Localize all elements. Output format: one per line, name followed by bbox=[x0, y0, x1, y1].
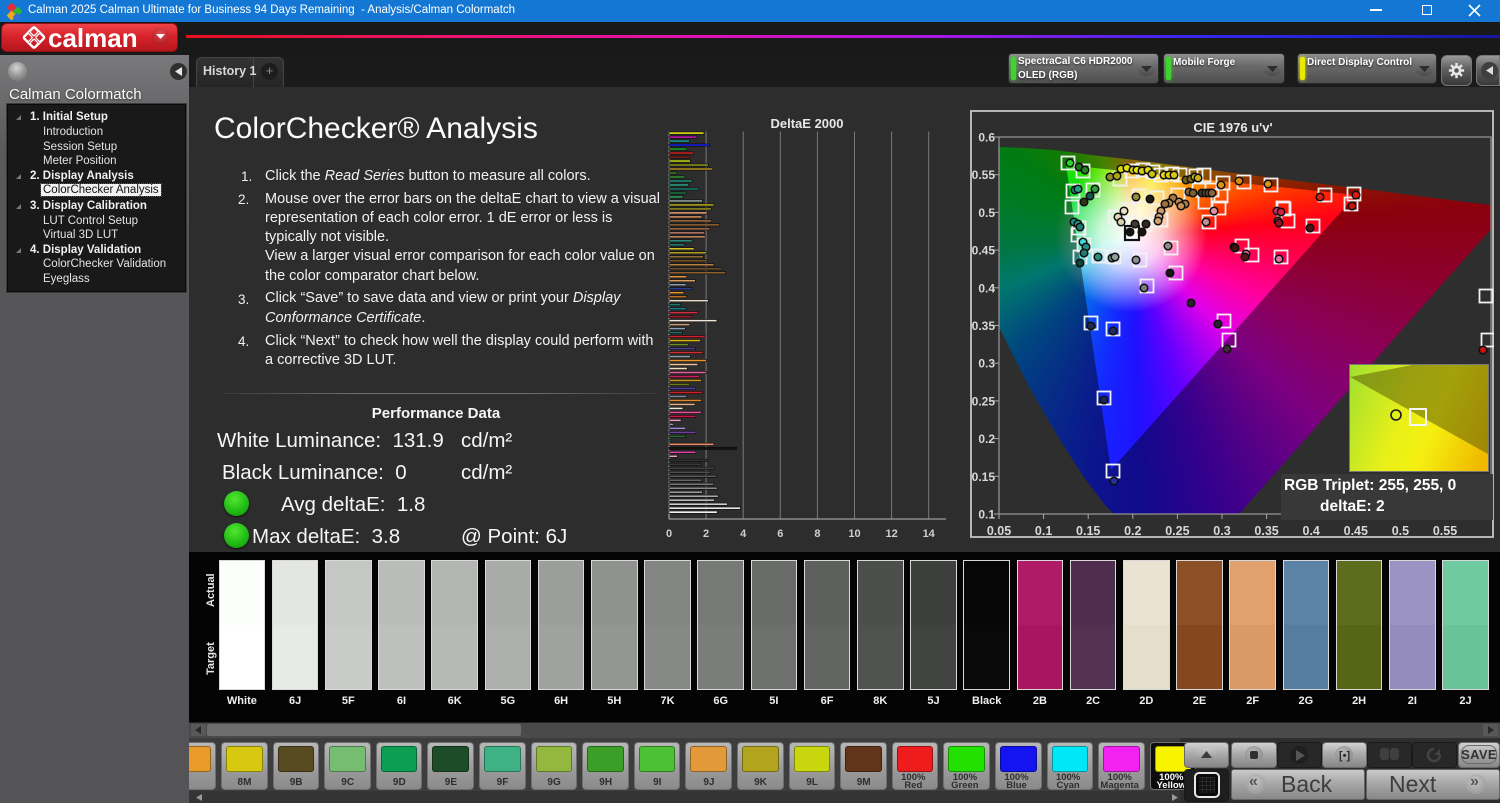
svg-text:0.25: 0.25 bbox=[972, 394, 996, 408]
svg-text:0.55: 0.55 bbox=[1433, 524, 1457, 538]
svg-text:4: 4 bbox=[740, 528, 747, 540]
svg-text:0.35: 0.35 bbox=[972, 319, 996, 333]
svg-text:8: 8 bbox=[814, 528, 820, 540]
svg-text:0.25: 0.25 bbox=[1165, 524, 1189, 538]
svg-text:0.2: 0.2 bbox=[1124, 524, 1141, 538]
svg-text:0.1: 0.1 bbox=[978, 508, 995, 522]
svg-text:0.4: 0.4 bbox=[1303, 524, 1320, 538]
svg-text:CIE 1976 u'v': CIE 1976 u'v' bbox=[1193, 120, 1272, 135]
svg-text:0.4: 0.4 bbox=[978, 281, 995, 295]
svg-text:0.15: 0.15 bbox=[972, 470, 996, 484]
svg-text:0: 0 bbox=[666, 528, 672, 540]
svg-text:10: 10 bbox=[848, 528, 860, 540]
svg-text:0.5: 0.5 bbox=[978, 206, 995, 220]
svg-text:0.3: 0.3 bbox=[978, 357, 995, 371]
svg-text:0.35: 0.35 bbox=[1254, 524, 1278, 538]
svg-text:DeltaE 2000: DeltaE 2000 bbox=[771, 116, 844, 131]
svg-text:0.1: 0.1 bbox=[1035, 524, 1052, 538]
svg-text:0.2: 0.2 bbox=[978, 432, 995, 446]
svg-text:0.05: 0.05 bbox=[987, 524, 1011, 538]
svg-text:2: 2 bbox=[703, 528, 709, 540]
svg-text:0.45: 0.45 bbox=[972, 244, 996, 258]
svg-text:0.6: 0.6 bbox=[978, 131, 995, 145]
svg-text:0.55: 0.55 bbox=[972, 168, 996, 182]
svg-text:0.3: 0.3 bbox=[1213, 524, 1230, 538]
svg-text:14: 14 bbox=[923, 528, 936, 540]
svg-text:0.45: 0.45 bbox=[1344, 524, 1368, 538]
svg-text:6: 6 bbox=[777, 528, 783, 540]
svg-text:12: 12 bbox=[885, 528, 897, 540]
svg-text:0.5: 0.5 bbox=[1392, 524, 1409, 538]
svg-text:0.15: 0.15 bbox=[1076, 524, 1100, 538]
